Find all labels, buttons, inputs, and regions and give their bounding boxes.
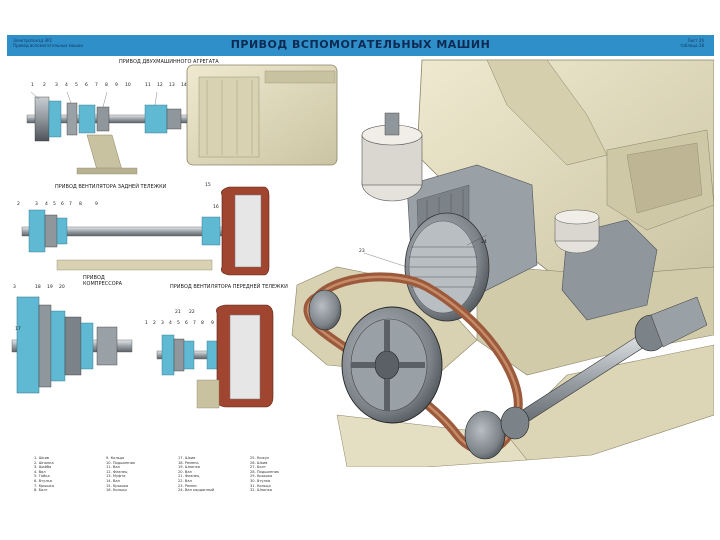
callout-number: 6	[85, 83, 88, 88]
callout-number: 4	[65, 83, 68, 88]
callout-number: 20	[59, 285, 65, 290]
legend-item: 8. Болт	[34, 488, 48, 493]
bearing-bracket	[86, 134, 123, 171]
legend-column: 17. Шкив 18. Ремень 19. Шпонка 20. Вал 2…	[178, 456, 248, 493]
legend-item: 32. Шпонка	[250, 488, 272, 493]
callout-number: 5	[53, 202, 56, 207]
section-label-top: ПРИВОД ДВУХМАШИННОГО АГРЕГАТА	[119, 59, 219, 65]
callout-number: 13	[169, 83, 175, 88]
poster: Электропоезд ЭР2 Привод вспомогательных …	[7, 35, 714, 492]
legend-item: 24. Вал карданный	[178, 488, 215, 493]
callout-number: 7	[69, 202, 72, 207]
callout-number: 2	[17, 202, 20, 207]
callout-number: 7	[95, 83, 98, 88]
callout-number: 7	[193, 321, 196, 326]
legend-column: 1. Шкив 2. Шпонка 3. Шайба 4. Вал 5. Гай…	[34, 456, 104, 493]
front-fan-wheel	[229, 314, 261, 400]
cardan-joint-lower	[500, 406, 530, 440]
callout-number: 16	[213, 205, 219, 210]
pulley-hub-section	[16, 296, 40, 394]
callout-number: 5	[177, 321, 180, 326]
callout-number: 3	[161, 321, 164, 326]
pulley-section	[34, 96, 50, 142]
pulley-hub-icon	[374, 350, 400, 380]
section-label-compressor: ПРИВОД КОМПРЕССОРА	[83, 275, 123, 287]
callout-number: 9	[95, 202, 98, 207]
callout-number: 3	[35, 202, 38, 207]
callout-number: 3	[55, 83, 58, 88]
parts-legend: 1. Шкив 2. Шпонка 3. Шайба 4. Вал 5. Гай…	[34, 456, 324, 496]
callout-number: 24	[481, 240, 487, 245]
flange-section	[144, 104, 168, 134]
callout-number: 11	[145, 83, 151, 88]
callout-number: 17	[15, 327, 21, 332]
main-assembly-illustration	[291, 59, 714, 467]
motor-end-cover	[198, 76, 260, 158]
callout-number: 9	[211, 321, 214, 326]
callout-number: 14	[181, 83, 187, 88]
callout-number: 15	[205, 183, 211, 188]
callout-number: 5	[75, 83, 78, 88]
callout-number: 2	[153, 321, 156, 326]
front-truck-fan-drive	[156, 304, 274, 409]
fan-wheel	[234, 194, 262, 268]
tension-pulley	[308, 289, 342, 331]
callout-number: 3	[13, 285, 16, 290]
callout-number: 10	[125, 83, 131, 88]
legend-item: 16. Кольцо	[106, 488, 127, 493]
section-label-rear-truck: ПРИВОД ВЕНТИЛЯТОРА ЗАДНЕЙ ТЕЛЕЖКИ	[55, 184, 167, 190]
callout-number: 8	[105, 83, 108, 88]
callout-number: 4	[45, 202, 48, 207]
callout-number: 23	[359, 249, 365, 254]
idler-pulley	[464, 410, 506, 460]
top-machine-drive	[26, 64, 338, 175]
callout-number: 8	[79, 202, 82, 207]
callout-number: 1	[145, 321, 148, 326]
callout-number: 21	[175, 310, 181, 315]
callout-number: 19	[47, 285, 53, 290]
coupling-section	[48, 100, 62, 138]
callout-number: 18	[35, 285, 41, 290]
callout-number: 6	[185, 321, 188, 326]
callout-number: 4	[169, 321, 172, 326]
legend-column: 25. Кожух 26. Шкив 27. Болт 28. Подшипни…	[250, 456, 320, 493]
compressor-drive-section	[11, 296, 133, 394]
rear-truck-fan-drive	[21, 186, 270, 276]
callout-number: 9	[115, 83, 118, 88]
callout-number: 12	[157, 83, 163, 88]
callout-number: 6	[61, 202, 64, 207]
callout-number: 22	[189, 310, 195, 315]
legend-column: 9. Кольцо 10. Подшипник 11. Вал 12. Флан…	[106, 456, 176, 493]
callout-number: 2	[43, 83, 46, 88]
callout-number: 8	[201, 321, 204, 326]
frame-rail	[56, 259, 213, 271]
callout-number: 1	[31, 83, 34, 88]
section-label-front-truck: ПРИВОД ВЕНТИЛЯТОРА ПЕРЕДНЕЙ ТЕЛЕЖКИ	[170, 284, 288, 290]
